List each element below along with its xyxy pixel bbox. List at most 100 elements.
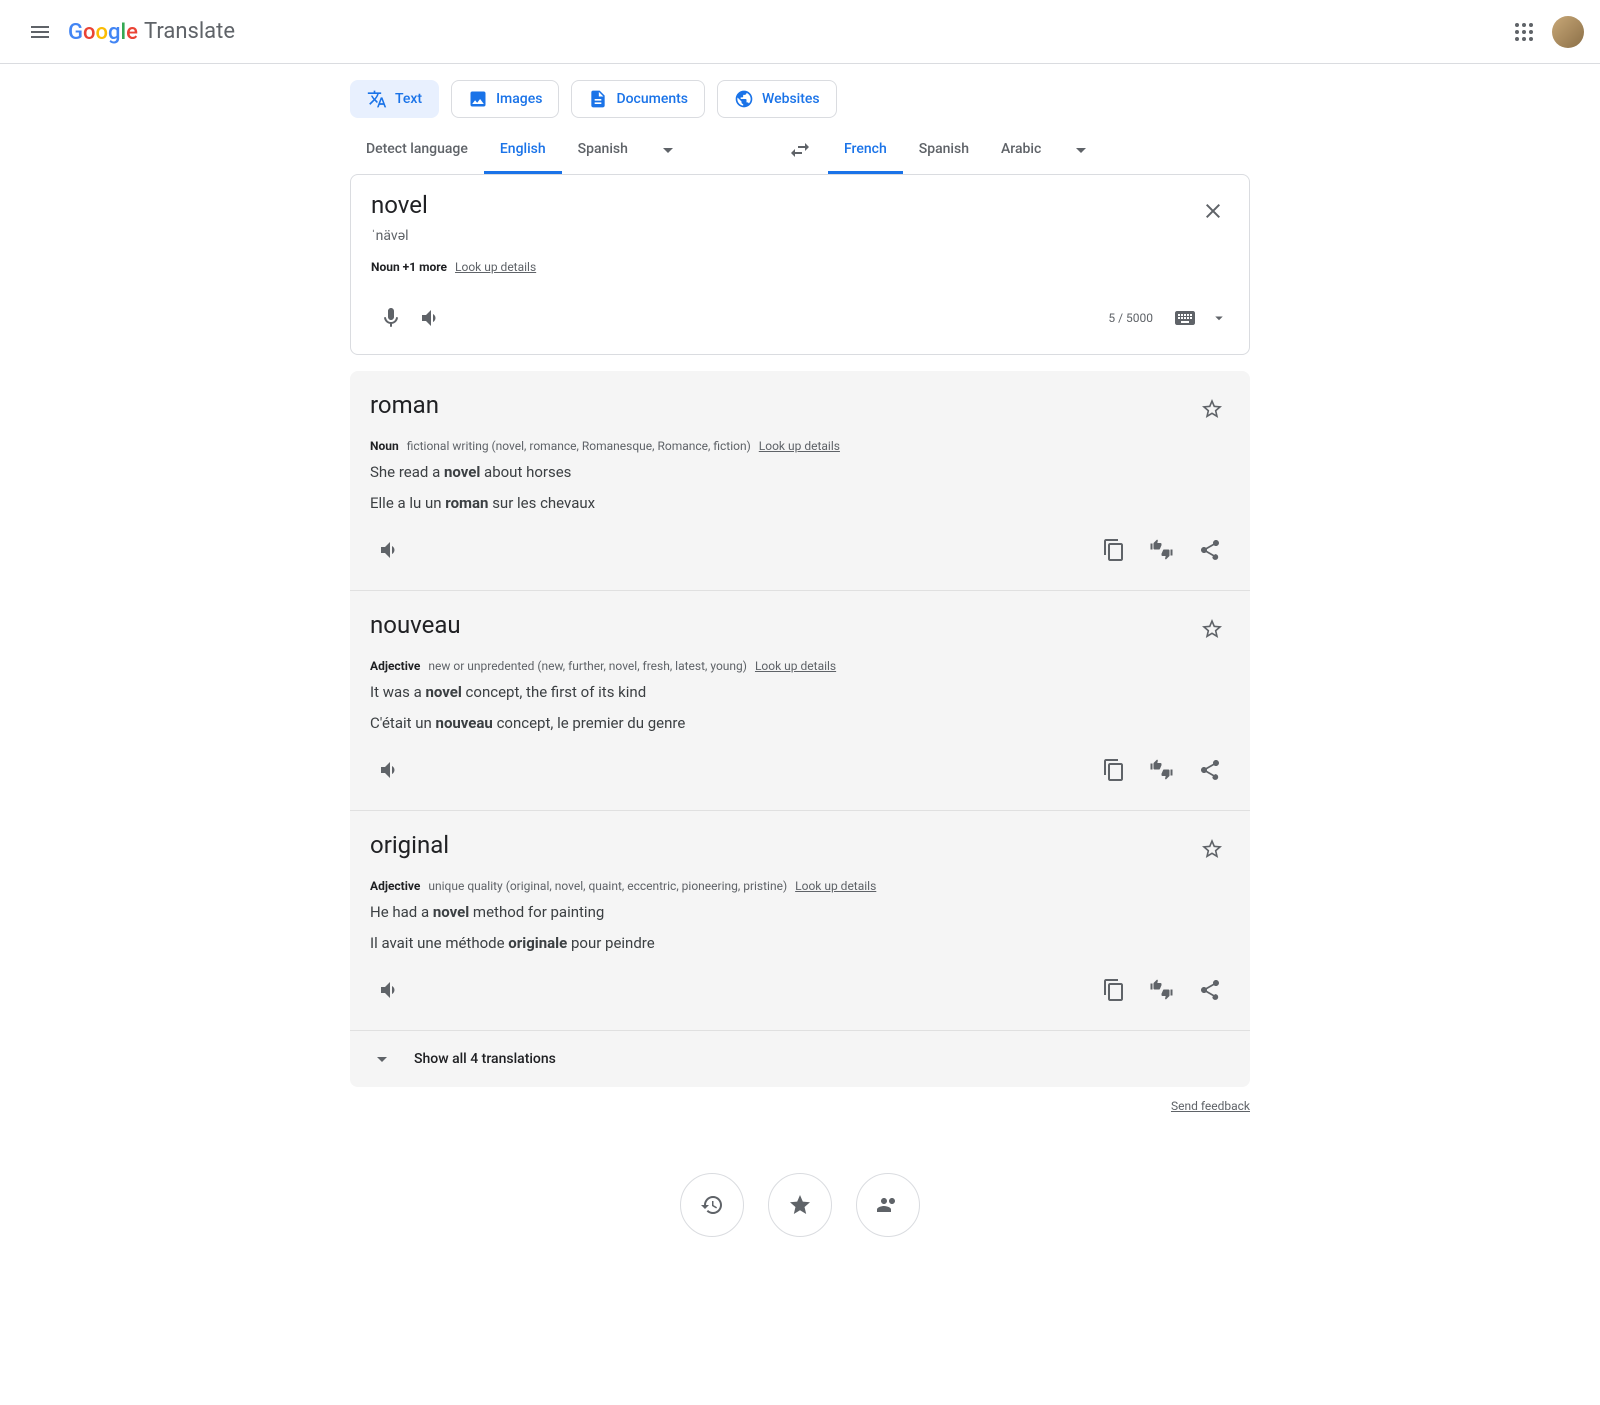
google-apps-button[interactable] — [1504, 12, 1544, 52]
chevron-down-icon — [1069, 138, 1093, 162]
phonetic-text: ˈnävəl — [371, 227, 1229, 244]
result-word: original — [370, 831, 1230, 859]
history-icon — [700, 1193, 724, 1217]
keyboard-button[interactable] — [1165, 298, 1205, 338]
example-target: Il avait une méthode originale pour pein… — [370, 932, 1230, 955]
microphone-icon — [379, 306, 403, 330]
bottom-actions — [350, 1173, 1250, 1257]
copy-translation-button[interactable] — [1094, 530, 1134, 570]
source-lang-tab[interactable]: Detect language — [350, 126, 484, 174]
example-source: It was a novel concept, the first of its… — [370, 681, 1230, 704]
translation-result: original Adjective unique quality (origina… — [350, 811, 1250, 1031]
star-outline-icon — [1200, 397, 1224, 421]
save-translation-button[interactable] — [1192, 829, 1232, 869]
people-icon — [876, 1193, 900, 1217]
result-pos: Noun — [370, 439, 399, 453]
mode-tab-text[interactable]: Text — [350, 80, 439, 118]
result-description: unique quality (original, novel, quaint,… — [428, 879, 787, 893]
mode-tab-label: Websites — [762, 91, 820, 107]
star-filled-icon — [788, 1193, 812, 1217]
document-icon — [588, 89, 608, 109]
lookup-details-link[interactable]: Look up details — [759, 439, 840, 453]
pos-summary: Noun +1 more — [371, 260, 447, 274]
copy-translation-button[interactable] — [1094, 970, 1134, 1010]
contribute-button[interactable] — [856, 1173, 920, 1237]
send-feedback-link[interactable]: Send feedback — [1171, 1099, 1250, 1113]
google-logo-icon: Google — [68, 20, 142, 44]
source-text-input[interactable]: novel — [371, 191, 1189, 223]
result-word: roman — [370, 391, 1230, 419]
save-translation-button[interactable] — [1192, 609, 1232, 649]
star-outline-icon — [1200, 837, 1224, 861]
logo[interactable]: Google Translate — [68, 19, 235, 44]
caret-down-icon — [1210, 309, 1228, 327]
account-avatar[interactable] — [1552, 16, 1584, 48]
mode-tab-label: Text — [395, 91, 422, 107]
svg-text:Google: Google — [68, 20, 138, 44]
rate-translation-button[interactable] — [1142, 750, 1182, 790]
mode-tab-label: Documents — [616, 91, 688, 107]
clear-input-button[interactable] — [1193, 191, 1233, 231]
copy-icon — [1102, 758, 1126, 782]
mode-tab-documents[interactable]: Documents — [571, 80, 705, 118]
history-button[interactable] — [680, 1173, 744, 1237]
image-icon — [468, 89, 488, 109]
menu-icon — [28, 20, 52, 44]
result-description: new or unpredented (new, further, novel,… — [428, 659, 747, 673]
keyboard-dropdown[interactable] — [1209, 298, 1229, 338]
source-lang-tab[interactable]: Spanish — [562, 126, 644, 174]
listen-source-button[interactable] — [411, 298, 451, 338]
rate-translation-button[interactable] — [1142, 530, 1182, 570]
lookup-details-link[interactable]: Look up details — [795, 879, 876, 893]
saved-button[interactable] — [768, 1173, 832, 1237]
chevron-down-icon — [370, 1047, 394, 1071]
translation-result: romanNounfictional writing (novel, roman… — [350, 371, 1250, 591]
main-menu-button[interactable] — [16, 8, 64, 56]
target-lang-tab[interactable]: French — [828, 126, 903, 174]
keyboard-icon — [1173, 306, 1197, 330]
source-input-panel: novel ˈnävəl Noun +1 more Look up detail… — [350, 174, 1250, 355]
thumbs-icon — [1150, 758, 1174, 782]
swap-languages-button[interactable] — [780, 130, 820, 170]
listen-translation-button[interactable] — [370, 750, 410, 790]
speaker-icon — [378, 758, 402, 782]
copy-translation-button[interactable] — [1094, 750, 1134, 790]
speaker-icon — [378, 978, 402, 1002]
translate-icon — [367, 89, 387, 109]
listen-translation-button[interactable] — [370, 530, 410, 570]
close-icon — [1201, 199, 1225, 223]
source-lang-dropdown[interactable] — [648, 130, 688, 170]
voice-input-button[interactable] — [371, 298, 411, 338]
show-all-translations-button[interactable]: Show all 4 translations — [350, 1031, 1250, 1087]
share-icon — [1198, 538, 1222, 562]
speaker-icon — [419, 306, 443, 330]
translation-result: nouveauAdjectivenew or unpredented (new,… — [350, 591, 1250, 811]
mode-tab-websites[interactable]: Websites — [717, 80, 837, 118]
thumbs-icon — [1150, 978, 1174, 1002]
share-icon — [1198, 978, 1222, 1002]
result-pos: Adjective — [370, 659, 420, 673]
share-translation-button[interactable] — [1190, 750, 1230, 790]
copy-icon — [1102, 538, 1126, 562]
target-lang-tab[interactable]: Spanish — [903, 126, 985, 174]
globe-icon — [734, 89, 754, 109]
lookup-details-link[interactable]: Look up details — [455, 260, 536, 274]
rate-translation-button[interactable] — [1142, 970, 1182, 1010]
save-translation-button[interactable] — [1192, 389, 1232, 429]
mode-tab-label: Images — [496, 91, 542, 107]
target-lang-dropdown[interactable] — [1061, 130, 1101, 170]
mode-tab-images[interactable]: Images — [451, 80, 559, 118]
source-lang-tab[interactable]: English — [484, 126, 562, 174]
share-translation-button[interactable] — [1190, 970, 1230, 1010]
copy-icon — [1102, 978, 1126, 1002]
lookup-details-link[interactable]: Look up details — [755, 659, 836, 673]
translation-results-panel: romanNounfictional writing (novel, roman… — [350, 371, 1250, 1087]
chevron-down-icon — [656, 138, 680, 162]
language-row: Detect languageEnglishSpanish FrenchSpan… — [350, 126, 1250, 174]
result-pos: Adjective — [370, 879, 420, 893]
apps-grid-icon — [1512, 20, 1536, 44]
target-lang-tab[interactable]: Arabic — [985, 126, 1057, 174]
share-translation-button[interactable] — [1190, 530, 1230, 570]
listen-translation-button[interactable] — [370, 970, 410, 1010]
mode-tabs: Text Images Documents Websites — [350, 64, 1250, 126]
